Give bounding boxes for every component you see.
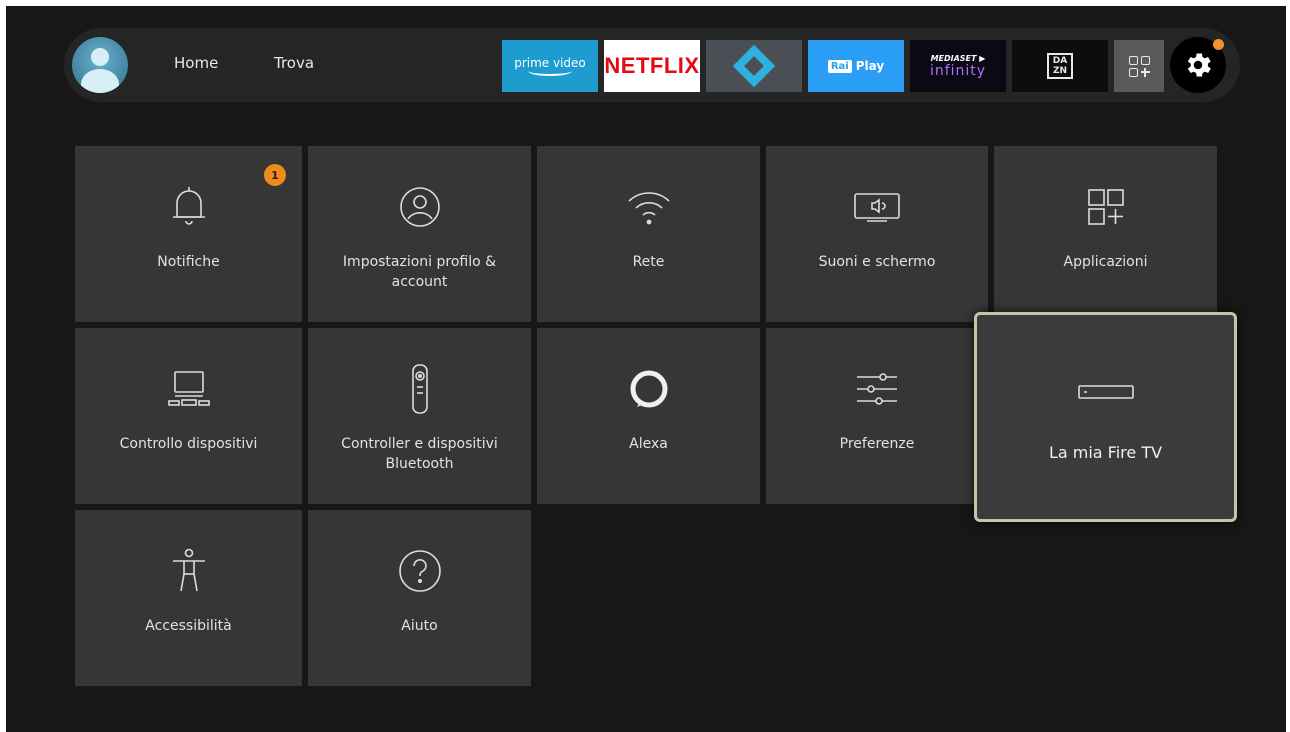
tile-label: Rete: [632, 254, 665, 270]
tile-label: La mia Fire TV: [1048, 443, 1163, 462]
all-apps-button[interactable]: [1114, 40, 1164, 92]
help-question-icon: [398, 546, 442, 596]
apps-grid-icon: [1128, 55, 1150, 77]
apps-grid-icon: [1086, 182, 1126, 232]
settings-button[interactable]: [1170, 37, 1226, 93]
tile-accessibilita[interactable]: Accessibilità: [75, 510, 302, 686]
tile-label: Notifiche: [157, 254, 220, 270]
dazn-bottom-text: ZN: [1052, 66, 1068, 76]
kodi-icon: [732, 44, 776, 88]
tile-suoni-schermo[interactable]: Suoni e schermo: [766, 146, 988, 322]
netflix-label: NETFLIX: [604, 53, 700, 78]
wifi-icon: [626, 182, 672, 232]
tile-label: Alexa: [629, 436, 668, 452]
user-circle-icon: [399, 182, 441, 232]
tile-rete[interactable]: Rete: [537, 146, 760, 322]
tile-impostazioni-profilo[interactable]: Impostazioni profilo & account: [308, 146, 531, 322]
tile-notifiche[interactable]: 1 Notifiche: [75, 146, 302, 322]
tile-label: Controller e dispositivi Bluetooth: [341, 436, 498, 472]
tile-label: Accessibilità: [145, 618, 232, 634]
app-dazn[interactable]: DA ZN: [1012, 40, 1108, 92]
nav-find-link[interactable]: Trova: [274, 54, 314, 72]
gear-icon: [1187, 53, 1211, 77]
nav-home-link[interactable]: Home: [174, 54, 218, 72]
top-nav-bar: Home Trova prime video NETFLIX Rai Play …: [64, 28, 1240, 102]
notification-badge: 1: [264, 164, 286, 186]
app-kodi[interactable]: [706, 40, 802, 92]
tile-controller-bluetooth[interactable]: Controller e dispositivi Bluetooth: [308, 328, 531, 504]
tile-controllo-dispositivi[interactable]: Controllo dispositivi: [75, 328, 302, 504]
mediaset-infinity-label: infinity: [929, 62, 987, 79]
tile-preferenze[interactable]: Preferenze: [766, 328, 988, 504]
tile-applicazioni[interactable]: Applicazioni: [994, 146, 1217, 322]
app-prime-video[interactable]: prime video: [502, 40, 598, 92]
mediaset-top-label: MEDIASET ▶: [930, 53, 986, 63]
app-netflix[interactable]: NETFLIX: [604, 40, 700, 92]
settings-notification-dot: [1213, 39, 1224, 50]
remote-control-icon: [410, 364, 430, 414]
profile-avatar[interactable]: [72, 37, 128, 93]
app-mediaset-infinity[interactable]: MEDIASET ▶ infinity: [910, 40, 1006, 92]
tile-label: Impostazioni profilo & account: [342, 254, 497, 290]
fire-tv-stick-icon: [1077, 367, 1135, 417]
avatar-head: [91, 48, 109, 66]
tile-la-mia-fire-tv[interactable]: La mia Fire TV: [974, 312, 1237, 522]
accessibility-person-icon: [169, 546, 209, 596]
tile-label: Applicazioni: [1063, 254, 1148, 270]
prime-smile-icon: [528, 66, 572, 76]
tile-label: Aiuto: [401, 618, 438, 634]
tv-sound-icon: [853, 182, 901, 232]
dazn-top-text: DA: [1052, 56, 1068, 66]
alexa-icon: [629, 364, 669, 414]
tile-label: Controllo dispositivi: [119, 436, 258, 452]
app-raiplay[interactable]: Rai Play: [808, 40, 904, 92]
raiplay-play-label: Play: [855, 59, 885, 73]
dazn-logo: DA ZN: [1047, 53, 1073, 79]
raiplay-rai-label: Rai: [827, 59, 852, 73]
tile-aiuto[interactable]: Aiuto: [308, 510, 531, 686]
fire-tv-settings-screen: Home Trova prime video NETFLIX Rai Play …: [6, 6, 1286, 732]
bell-icon: [169, 182, 209, 232]
tile-label: Suoni e schermo: [818, 254, 936, 270]
tile-label: Preferenze: [839, 436, 915, 452]
tv-devices-icon: [165, 364, 213, 414]
avatar-shoulders: [81, 69, 119, 93]
sliders-icon: [853, 364, 901, 414]
tile-alexa[interactable]: Alexa: [537, 328, 760, 504]
